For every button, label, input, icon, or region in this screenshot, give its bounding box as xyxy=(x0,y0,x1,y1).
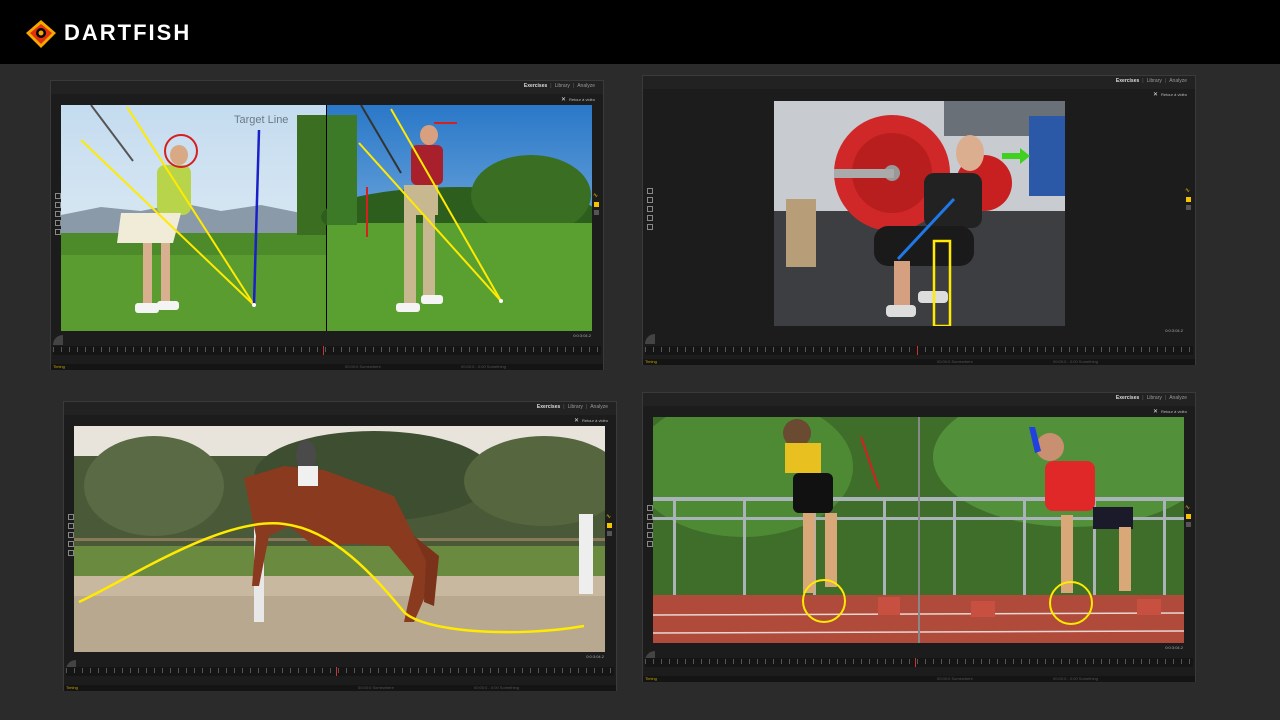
tab-bar: Exercises | Library | Analyze xyxy=(1115,395,1187,401)
tab-bar: Exercises | Library | Analyze xyxy=(536,404,608,410)
tab-library[interactable]: Library xyxy=(555,83,570,89)
status-info-2: 00:00:0 - 0:00 Something xyxy=(474,685,519,690)
close-icon[interactable]: ✕ xyxy=(1153,409,1158,415)
status-info: 00:00:0 Somewhere xyxy=(345,364,381,369)
status-info: 00:00:0 Somewhere xyxy=(358,685,394,690)
status-info-2: 00:00:0 - 0:00 Something xyxy=(1053,359,1098,364)
tab-analyze[interactable]: Analyze xyxy=(1169,78,1187,84)
brand-name: DARTFISH xyxy=(64,20,192,45)
timeline-ruler xyxy=(645,659,1193,664)
video-horse[interactable] xyxy=(74,426,605,652)
undo-icon[interactable] xyxy=(607,531,612,536)
curve-tool-icon[interactable]: ∿ xyxy=(1185,505,1192,511)
weightlifting-scene xyxy=(774,101,1065,326)
left-toolbar xyxy=(647,188,653,233)
zoom-tool-icon[interactable] xyxy=(647,215,653,221)
color-swatch-icon[interactable] xyxy=(594,202,599,207)
tab-bar: Exercises | Library | Analyze xyxy=(1115,78,1187,84)
status-info: 00:00:0 Somewhere xyxy=(937,359,973,364)
back-to-video-link[interactable]: ✕ Retour à vidéo xyxy=(561,96,595,103)
status-timing: Timing xyxy=(66,685,78,690)
video-sprint[interactable] xyxy=(653,417,1184,643)
tab-analyze[interactable]: Analyze xyxy=(577,83,595,89)
playhead[interactable] xyxy=(915,658,916,667)
status-bar: Timing 00:00:0 Somewhere 00:00:0 - 0:00 … xyxy=(643,359,1195,365)
right-toolbar: ∿ xyxy=(593,193,600,218)
color-swatch-icon[interactable] xyxy=(1186,514,1191,519)
back-to-video-link[interactable]: ✕ Retour à vidéo xyxy=(1153,408,1187,415)
tab-analyze[interactable]: Analyze xyxy=(590,404,608,410)
right-toolbar: ∿ xyxy=(606,514,613,539)
panel-weightlifting: Exercises | Library | Analyze ✕ Retour à vidé… xyxy=(642,75,1196,366)
tab-library[interactable]: Library xyxy=(568,404,583,410)
curve-tool-icon[interactable]: ∿ xyxy=(1185,188,1192,194)
panel-topbar: Exercises | Library | Analyze xyxy=(51,81,603,94)
golf-scene: Target Line xyxy=(61,105,592,331)
status-info: 00:00:0 Somewhere xyxy=(937,676,973,681)
curve-tool-icon[interactable]: ∿ xyxy=(606,514,613,520)
status-bar: Timing 00:00:0 Somewhere 00:00:0 - 0:00 … xyxy=(643,676,1195,682)
timecode: 0:0:3:04.2 xyxy=(586,654,604,659)
status-timing: Timing xyxy=(53,364,65,369)
curve-tool-icon[interactable]: ∿ xyxy=(593,193,600,199)
tab-exercises[interactable]: Exercises xyxy=(537,404,560,410)
select-tool-icon[interactable] xyxy=(647,197,653,203)
panel-golf: Exercises | Library | Analyze ✕ Retour à vidé… xyxy=(50,80,604,371)
horse-scene xyxy=(74,426,605,652)
tab-bar: Exercises | Library | Analyze xyxy=(523,83,595,89)
playhead[interactable] xyxy=(323,346,324,355)
target-line-label: Target Line xyxy=(234,114,288,126)
timeline-ruler xyxy=(53,347,601,352)
right-toolbar: ∿ xyxy=(1185,188,1192,213)
timecode: 0:0:3:04.2 xyxy=(1165,645,1183,650)
panel-topbar: Exercises | Library | Analyze xyxy=(643,76,1195,89)
timeline-ruler xyxy=(66,668,614,673)
header-bar: DARTFISH xyxy=(0,0,1280,64)
close-icon[interactable]: ✕ xyxy=(561,97,566,103)
panel-topbar: Exercises | Library | Analyze xyxy=(643,393,1195,406)
status-info-2: 00:00:0 - 0:00 Something xyxy=(1053,676,1098,681)
panel-corner xyxy=(53,335,63,345)
color-swatch-icon[interactable] xyxy=(607,523,612,528)
close-icon[interactable]: ✕ xyxy=(1153,92,1158,98)
pen-tool-icon[interactable] xyxy=(647,206,653,212)
status-info-2: 00:00:0 - 0:00 Something xyxy=(461,364,506,369)
panel-topbar: Exercises | Library | Analyze xyxy=(64,402,616,415)
draw-tool-icon[interactable] xyxy=(647,188,653,194)
timecode: 0:0:3:04.2 xyxy=(573,333,591,338)
video-golf[interactable]: Target Line xyxy=(61,105,592,331)
status-timing: Timing xyxy=(645,359,657,364)
color-swatch-icon[interactable] xyxy=(1186,197,1191,202)
sprint-scene xyxy=(653,417,1184,643)
right-toolbar: ∿ xyxy=(1185,505,1192,530)
back-to-video-link[interactable]: ✕ Retour à vidéo xyxy=(574,417,608,424)
panel-corner xyxy=(645,334,655,344)
dartfish-logo-icon xyxy=(26,20,56,48)
tab-exercises[interactable]: Exercises xyxy=(524,83,547,89)
undo-icon[interactable] xyxy=(594,210,599,215)
panel-sprint: Exercises | Library | Analyze ✕ Retour à vidé… xyxy=(642,392,1196,683)
video-weightlifting[interactable] xyxy=(774,101,1065,326)
status-bar: Timing 00:00:0 Somewhere 00:00:0 - 0:00 … xyxy=(51,364,603,370)
move-tool-icon[interactable] xyxy=(647,224,653,230)
tab-library[interactable]: Library xyxy=(1147,78,1162,84)
timeline-ruler xyxy=(645,347,1193,352)
tab-exercises[interactable]: Exercises xyxy=(1116,78,1139,84)
timecode: 0:0:3:04.2 xyxy=(1165,328,1183,333)
undo-icon[interactable] xyxy=(1186,205,1191,210)
status-bar: Timing 00:00:0 Somewhere 00:00:0 - 0:00 … xyxy=(64,685,616,691)
playhead[interactable] xyxy=(917,346,918,355)
panel-horse: Exercises | Library | Analyze ✕ Retour à vidé… xyxy=(63,401,617,692)
tab-analyze[interactable]: Analyze xyxy=(1169,395,1187,401)
back-to-video-link[interactable]: ✕ Retour à vidéo xyxy=(1153,91,1187,98)
playhead[interactable] xyxy=(336,667,337,676)
tab-exercises[interactable]: Exercises xyxy=(1116,395,1139,401)
status-timing: Timing xyxy=(645,676,657,681)
undo-icon[interactable] xyxy=(1186,522,1191,527)
close-icon[interactable]: ✕ xyxy=(574,418,579,424)
tab-library[interactable]: Library xyxy=(1147,395,1162,401)
